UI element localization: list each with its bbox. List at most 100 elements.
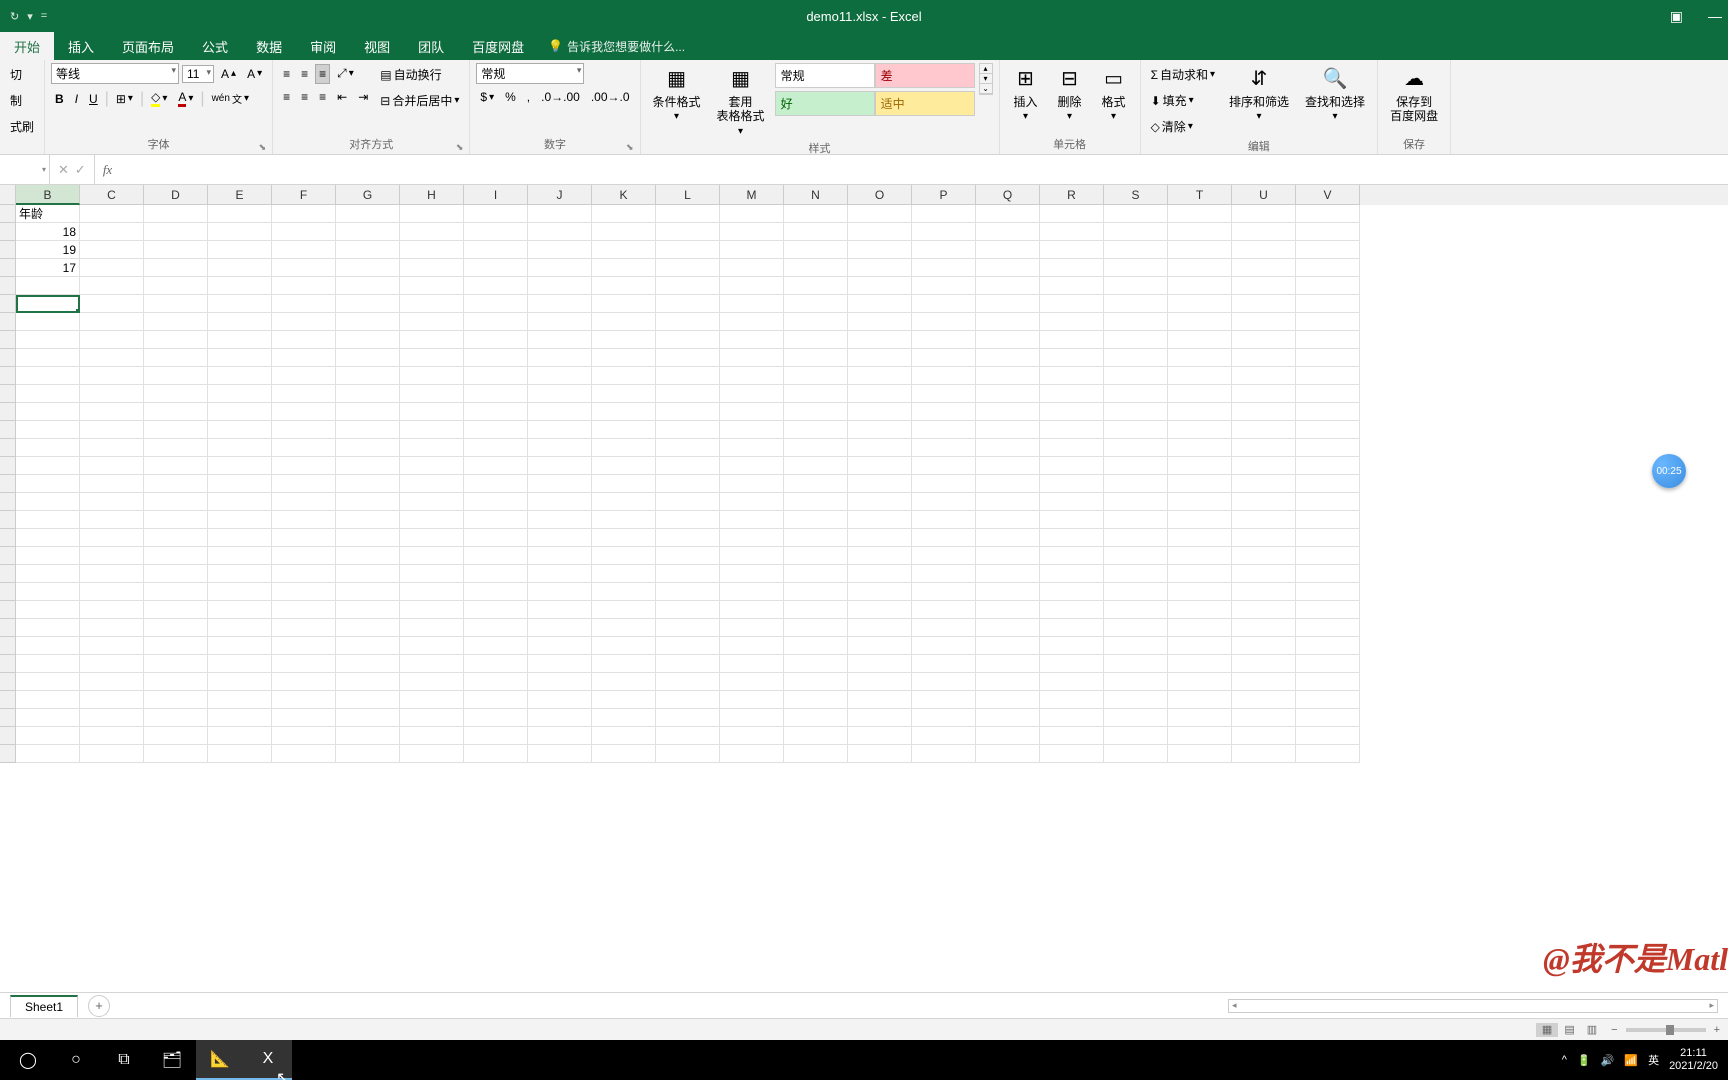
cell[interactable]: [528, 619, 592, 637]
cell[interactable]: [208, 745, 272, 763]
cell[interactable]: [976, 313, 1040, 331]
cell[interactable]: [144, 367, 208, 385]
cell[interactable]: [336, 583, 400, 601]
excel-button[interactable]: X↖: [244, 1040, 292, 1080]
start-button[interactable]: ◯: [4, 1040, 52, 1080]
cell[interactable]: [720, 511, 784, 529]
cell[interactable]: [784, 583, 848, 601]
cell[interactable]: [208, 655, 272, 673]
cell[interactable]: [528, 457, 592, 475]
number-format-combo[interactable]: 常规: [476, 63, 584, 84]
underline-button[interactable]: U: [85, 89, 102, 109]
cell[interactable]: [1232, 349, 1296, 367]
cell[interactable]: [1296, 313, 1360, 331]
copy-button[interactable]: 制: [6, 89, 38, 112]
cell[interactable]: [912, 457, 976, 475]
cell[interactable]: [976, 673, 1040, 691]
row-header[interactable]: [0, 205, 16, 223]
cell[interactable]: [464, 349, 528, 367]
row-header[interactable]: [0, 673, 16, 691]
cell[interactable]: [1104, 205, 1168, 223]
cell[interactable]: [400, 385, 464, 403]
phonetic-button[interactable]: wén文▾: [208, 88, 253, 109]
cell[interactable]: [464, 295, 528, 313]
cell[interactable]: [1232, 673, 1296, 691]
cell[interactable]: [720, 475, 784, 493]
cell[interactable]: 17: [16, 259, 80, 277]
column-header[interactable]: B: [16, 185, 80, 205]
cell[interactable]: [1104, 475, 1168, 493]
cell[interactable]: [464, 601, 528, 619]
cell[interactable]: [464, 673, 528, 691]
cell[interactable]: [1232, 655, 1296, 673]
cell[interactable]: [1168, 241, 1232, 259]
cell[interactable]: [464, 385, 528, 403]
cell[interactable]: [1040, 277, 1104, 295]
format-cells-button[interactable]: ▭格式▾: [1094, 63, 1134, 125]
cell[interactable]: [976, 637, 1040, 655]
cell[interactable]: [720, 493, 784, 511]
cell[interactable]: [464, 475, 528, 493]
cell[interactable]: [720, 673, 784, 691]
cell[interactable]: [208, 637, 272, 655]
cell[interactable]: [16, 331, 80, 349]
cell[interactable]: [528, 403, 592, 421]
cell[interactable]: [144, 655, 208, 673]
cell[interactable]: [848, 619, 912, 637]
cell[interactable]: [208, 475, 272, 493]
cell[interactable]: [720, 529, 784, 547]
cell[interactable]: [80, 259, 144, 277]
cell[interactable]: [1104, 511, 1168, 529]
cell[interactable]: [592, 457, 656, 475]
row-header[interactable]: [0, 403, 16, 421]
cell[interactable]: [912, 547, 976, 565]
zoom-out-button[interactable]: −: [1611, 1024, 1617, 1036]
cell[interactable]: [1104, 601, 1168, 619]
cell[interactable]: [144, 601, 208, 619]
cell[interactable]: [720, 709, 784, 727]
cell[interactable]: [592, 277, 656, 295]
cell[interactable]: [272, 709, 336, 727]
cell[interactable]: [144, 691, 208, 709]
formula-input[interactable]: [120, 163, 1728, 177]
comma-format-button[interactable]: ,: [523, 87, 534, 107]
cell[interactable]: [976, 457, 1040, 475]
cell[interactable]: [16, 547, 80, 565]
align-right-button[interactable]: ≡: [315, 87, 330, 107]
cell[interactable]: [1104, 439, 1168, 457]
cell[interactable]: [848, 565, 912, 583]
cell[interactable]: [592, 655, 656, 673]
cell[interactable]: [1168, 331, 1232, 349]
cell[interactable]: [400, 529, 464, 547]
cell[interactable]: [592, 745, 656, 763]
delete-cells-button[interactable]: ⊟删除▾: [1050, 63, 1090, 125]
cell[interactable]: [656, 421, 720, 439]
cell[interactable]: [1232, 367, 1296, 385]
cell[interactable]: [848, 511, 912, 529]
cell[interactable]: [656, 547, 720, 565]
cell[interactable]: [912, 367, 976, 385]
cell[interactable]: [976, 511, 1040, 529]
cell[interactable]: [1168, 745, 1232, 763]
cell[interactable]: [912, 493, 976, 511]
cell[interactable]: [656, 619, 720, 637]
cell[interactable]: [1040, 457, 1104, 475]
cell[interactable]: [720, 727, 784, 745]
row-header[interactable]: [0, 331, 16, 349]
cell[interactable]: [784, 673, 848, 691]
cell[interactable]: [1296, 727, 1360, 745]
cell[interactable]: [400, 457, 464, 475]
cell[interactable]: [1232, 727, 1296, 745]
row-header[interactable]: [0, 385, 16, 403]
cell[interactable]: [976, 349, 1040, 367]
cell[interactable]: [784, 601, 848, 619]
cell[interactable]: [976, 601, 1040, 619]
cell[interactable]: [400, 511, 464, 529]
cell[interactable]: [1232, 457, 1296, 475]
cell[interactable]: [336, 637, 400, 655]
cell[interactable]: [336, 241, 400, 259]
cell[interactable]: [528, 655, 592, 673]
cell[interactable]: [1040, 421, 1104, 439]
cell[interactable]: [272, 277, 336, 295]
cell[interactable]: [848, 421, 912, 439]
